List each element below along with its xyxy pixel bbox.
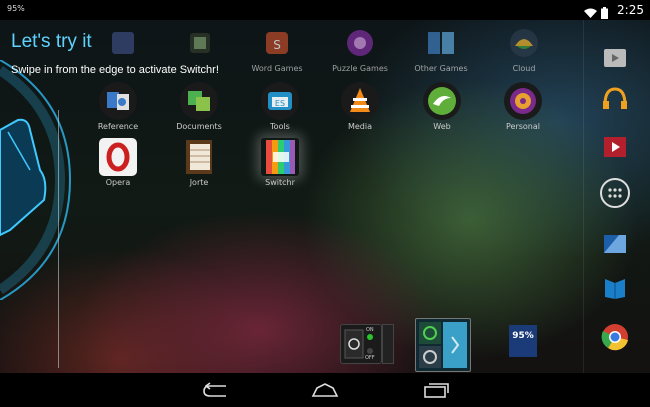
- files-icon[interactable]: [598, 226, 632, 260]
- jorte-icon: [180, 138, 218, 176]
- app-folder-games-2[interactable]: [170, 24, 230, 62]
- app-jorte[interactable]: Jorte: [169, 138, 229, 187]
- app-label: Media: [347, 122, 373, 131]
- folder-icon: [181, 24, 219, 62]
- app-folder-documents[interactable]: Documents: [169, 82, 229, 131]
- power-toggle-widget[interactable]: ON OFF: [340, 324, 382, 364]
- folder-icon: [422, 24, 460, 62]
- battery-percent-text: 95%: [7, 4, 25, 13]
- app-folder-media[interactable]: Media: [330, 82, 390, 131]
- app-label: Web: [433, 122, 451, 131]
- swipe-hand-illustration: [0, 60, 72, 300]
- app-folder-cloud[interactable]: Cloud: [494, 24, 554, 73]
- svg-text:S: S: [273, 38, 281, 52]
- home-screen: 95% 2:25 S Word Games Puzzle Games Other…: [0, 0, 650, 407]
- folder-icon: [341, 24, 379, 62]
- app-drawer-icon[interactable]: [598, 176, 632, 210]
- play-movies-icon[interactable]: [598, 130, 632, 164]
- app-switchr[interactable]: Switchr: [250, 138, 310, 187]
- app-label: Jorte: [189, 178, 209, 187]
- app-folder-personal[interactable]: Personal: [493, 82, 553, 131]
- app-label: Other Games: [414, 64, 468, 73]
- vlc-cone-icon: [341, 82, 379, 120]
- app-label: Tools: [270, 122, 290, 131]
- app-label: Personal: [505, 122, 540, 131]
- recent-apps-icon: [424, 383, 449, 398]
- clock: 2:25: [617, 3, 644, 17]
- folder-icon: ES: [261, 82, 299, 120]
- folder-icon: S: [258, 24, 296, 62]
- app-folder-tools[interactable]: ES Tools: [250, 82, 310, 131]
- status-bar: 95% 2:25: [0, 0, 650, 20]
- back-button[interactable]: [196, 379, 236, 401]
- settings-widget[interactable]: [415, 318, 471, 372]
- app-folder-other-games[interactable]: Other Games: [411, 24, 471, 73]
- dolphin-icon: [423, 82, 461, 120]
- back-arrow-icon: [203, 382, 226, 397]
- app-folder-games-1[interactable]: [93, 24, 153, 62]
- app-label: Documents: [176, 122, 222, 131]
- svg-text:ES: ES: [275, 99, 285, 108]
- home-button[interactable]: [305, 379, 345, 401]
- switchr-icon: [261, 138, 299, 176]
- edge-guide-line: [58, 110, 59, 368]
- toggle-off-label: OFF: [365, 355, 375, 361]
- folder-icon: [180, 82, 218, 120]
- favorites-dock: [583, 20, 650, 373]
- tutorial-title: Let's try it: [11, 31, 92, 52]
- play-books-icon[interactable]: [598, 270, 632, 304]
- chrome-icon[interactable]: [598, 320, 632, 354]
- folder-icon: [505, 24, 543, 62]
- toggle-on-label: ON: [366, 327, 374, 333]
- tutorial-subtitle: Swipe in from the edge to activate Switc…: [11, 64, 219, 76]
- app-label: Puzzle Games: [332, 64, 388, 73]
- app-folder-word-games[interactable]: S Word Games: [247, 24, 307, 73]
- play-music-icon[interactable]: [598, 82, 632, 116]
- app-folder-web[interactable]: Web: [412, 82, 472, 131]
- app-label: Word Games: [251, 64, 303, 73]
- home-icon: [311, 383, 339, 397]
- toggle-strip[interactable]: [382, 324, 394, 364]
- folder-icon: [504, 82, 542, 120]
- play-store-icon[interactable]: [598, 40, 632, 74]
- battery-widget[interactable]: 95%: [509, 325, 537, 357]
- navigation-bar: [0, 373, 650, 407]
- battery-widget-value: 95%: [512, 331, 534, 341]
- folder-icon: [104, 24, 142, 62]
- recent-apps-button[interactable]: [416, 379, 456, 401]
- app-label: Switchr: [265, 178, 295, 187]
- app-label: Cloud: [512, 64, 536, 73]
- app-folder-puzzle-games[interactable]: Puzzle Games: [330, 24, 390, 73]
